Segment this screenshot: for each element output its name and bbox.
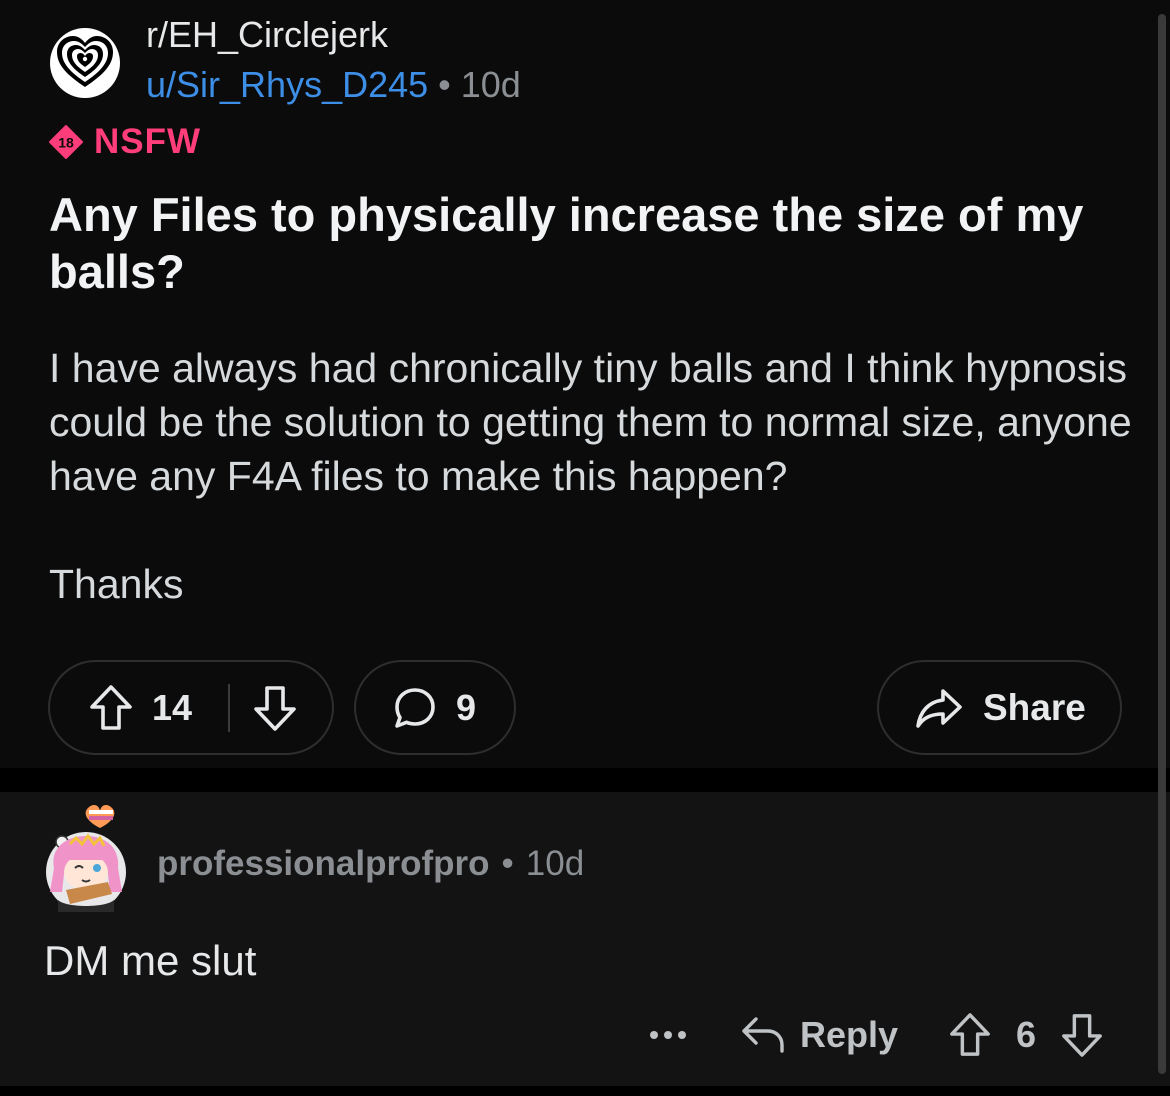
comment-meta: professionalprofpro • 10d <box>157 844 584 884</box>
nsfw-18-icon: 18 <box>49 125 83 159</box>
share-icon <box>916 688 962 728</box>
share-button[interactable]: Share <box>877 660 1122 755</box>
meta-separator: • <box>438 64 451 105</box>
comment-actions: Reply 6 <box>650 1010 1104 1060</box>
comment-score: 6 <box>1016 1014 1037 1055</box>
comments-count: 9 <box>456 686 477 728</box>
post-card: r/EH_Circlejerk u/Sir_Rhys_D245 • 10d 18 N… <box>0 0 1170 768</box>
post-score: 14 <box>152 686 193 728</box>
vote-divider <box>228 683 230 732</box>
subreddit-avatar-icon[interactable] <box>49 27 121 99</box>
comment-age: 10d <box>525 844 585 883</box>
downvote-icon[interactable] <box>252 683 298 733</box>
reply-icon <box>742 1017 784 1053</box>
nsfw-tag: 18 NSFW <box>48 122 201 162</box>
nsfw-label: NSFW <box>94 122 202 161</box>
bottom-strip <box>0 1086 1170 1096</box>
comments-button[interactable]: 9 <box>354 660 516 755</box>
share-label: Share <box>983 686 1086 728</box>
post-meta: u/Sir_Rhys_D245 • 10d <box>146 64 521 106</box>
comment-downvote-icon[interactable] <box>1060 1011 1104 1059</box>
comment-user-avatar[interactable] <box>36 800 136 912</box>
comment-body: DM me slut <box>44 937 257 984</box>
more-options-icon[interactable] <box>650 1031 688 1039</box>
comment-vote: 6 <box>948 1011 1104 1059</box>
reply-button[interactable]: Reply <box>740 1014 898 1056</box>
post-title: Any Files to physically increase the siz… <box>49 188 1084 298</box>
nsfw-badge-number: 18 <box>58 135 74 151</box>
comment-upvote-icon[interactable] <box>948 1011 992 1059</box>
post-body-paragraph: Thanks <box>49 561 184 607</box>
vote-pill: 14 <box>48 660 334 755</box>
subreddit-name[interactable]: r/EH_Circlejerk <box>146 14 388 56</box>
comment-author[interactable]: professionalprofpro <box>157 844 490 883</box>
author-username[interactable]: u/Sir_Rhys_D245 <box>146 64 428 105</box>
comment-card: professionalprofpro • 10d DM me slut Reply… <box>0 792 1170 1086</box>
section-divider <box>0 768 1170 792</box>
post-body-paragraph: I have always had chronically tiny balls… <box>49 345 1132 499</box>
scrollbar[interactable] <box>1158 14 1166 1074</box>
upvote-icon[interactable] <box>88 683 134 733</box>
post-body: I have always had chronically tiny balls… <box>49 341 1139 611</box>
comment-meta-separator: • <box>501 844 514 883</box>
comment-bubble-icon <box>395 687 435 728</box>
reply-label: Reply <box>800 1014 899 1055</box>
post-age: 10d <box>460 64 521 105</box>
